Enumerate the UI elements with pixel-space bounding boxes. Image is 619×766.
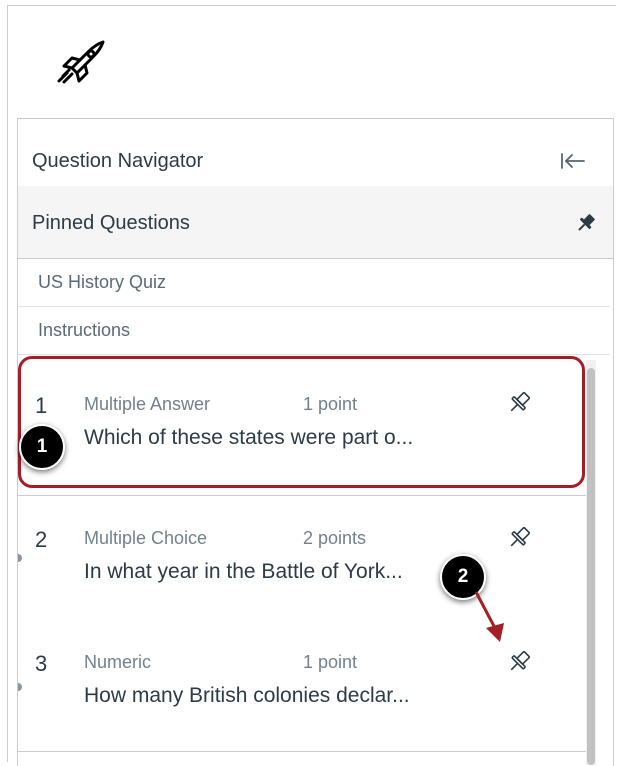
rocket-icon [57,40,105,84]
question-type: Numeric [84,652,152,672]
current-indicator-dot [18,554,22,562]
collapse-navigator-button[interactable] [558,152,588,176]
navigator-header: Question Navigator [18,119,613,187]
pin-icon [578,214,595,231]
pinned-questions-header[interactable]: Pinned Questions [18,186,613,259]
question-points: 2 points [303,528,367,548]
highlight-box [18,356,585,488]
nav-link-label: Instructions [38,320,131,340]
collapse-left-icon [561,153,585,169]
current-indicator-dot [18,683,22,691]
nav-link-label: US History Quiz [38,272,167,292]
question-text: How many British colonies declar... [84,684,410,707]
pin-outline-icon[interactable] [506,649,532,675]
pin-outline-icon[interactable] [506,525,532,551]
nav-link-quiz[interactable]: US History Quiz [18,259,610,307]
scrollbar-thumb[interactable] [587,368,595,765]
callout-badge-1: 1 [19,424,65,470]
question-type: Multiple Choice [84,528,208,548]
pinned-questions-title: Pinned Questions [32,212,190,234]
navigator-title: Question Navigator [32,150,204,172]
callout-arrow-icon [474,591,504,642]
question-points: 1 point [303,652,358,672]
question-text: In what year in the Battle of York... [84,560,403,583]
question-number: 3 [35,651,48,676]
question-number: 2 [35,527,48,552]
nav-link-instructions[interactable]: Instructions [18,307,610,355]
